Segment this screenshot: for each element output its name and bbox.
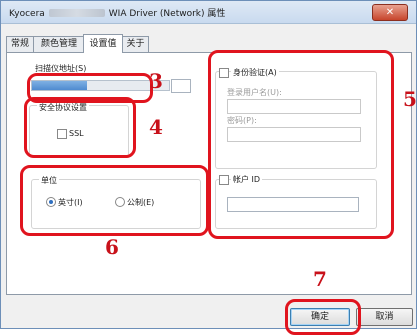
inch-label: 英寸(I) xyxy=(58,198,83,207)
scanner-address-field[interactable] xyxy=(171,79,191,93)
metric-radio[interactable] xyxy=(115,197,125,207)
close-button[interactable]: ✕ xyxy=(372,4,408,21)
annotation-number-4: 4 xyxy=(149,115,163,139)
redacted-model-name xyxy=(48,9,105,17)
unit-group-label: 单位 xyxy=(39,175,59,186)
title-prefix: Kyocera xyxy=(9,9,45,19)
inch-radio[interactable] xyxy=(46,197,56,207)
close-icon: ✕ xyxy=(385,7,395,18)
authentication-label: 身份验证(A) xyxy=(231,67,279,78)
login-user-label: 登录用户名(U): xyxy=(227,88,282,97)
window-title: Kyocera WIA Driver (Network) 属性 xyxy=(9,6,225,19)
password-label: 密码(P): xyxy=(227,116,257,125)
tab-about[interactable]: 关于 xyxy=(122,36,149,52)
tab-general[interactable]: 常规 xyxy=(6,36,34,52)
metric-label: 公制(E) xyxy=(127,198,155,207)
ok-button[interactable]: 确定 xyxy=(290,308,350,326)
password-field[interactable] xyxy=(227,127,361,142)
cancel-button[interactable]: 取消 xyxy=(356,308,413,326)
annotation-number-6: 6 xyxy=(105,235,119,259)
tab-settings[interactable]: 设置值 xyxy=(83,34,123,53)
authentication-checkbox[interactable] xyxy=(219,68,229,78)
annotation-number-7: 7 xyxy=(313,267,327,291)
title-bar: Kyocera WIA Driver (Network) 属性 ✕ xyxy=(1,1,416,24)
account-id-checkbox[interactable] xyxy=(219,175,229,185)
progress-fill xyxy=(32,81,87,90)
account-id-field[interactable] xyxy=(227,197,359,212)
account-id-label: 帐户 ID xyxy=(231,174,263,185)
login-user-field[interactable] xyxy=(227,99,361,114)
title-suffix: WIA Driver (Network) 属性 xyxy=(108,9,226,19)
scanner-address-label: 扫描仪地址(S) xyxy=(35,64,87,73)
properties-dialog: Kyocera WIA Driver (Network) 属性 ✕ 常规 颜色管理… xyxy=(0,0,417,335)
ssl-checkbox[interactable] xyxy=(57,129,67,139)
security-group-label: 安全协议设置 xyxy=(37,102,89,113)
tab-color-management[interactable]: 颜色管理 xyxy=(33,36,85,52)
annotation-number-5: 5 xyxy=(403,87,417,111)
annotation-number-3: 3 xyxy=(149,69,163,93)
ssl-label: SSL xyxy=(69,129,84,138)
